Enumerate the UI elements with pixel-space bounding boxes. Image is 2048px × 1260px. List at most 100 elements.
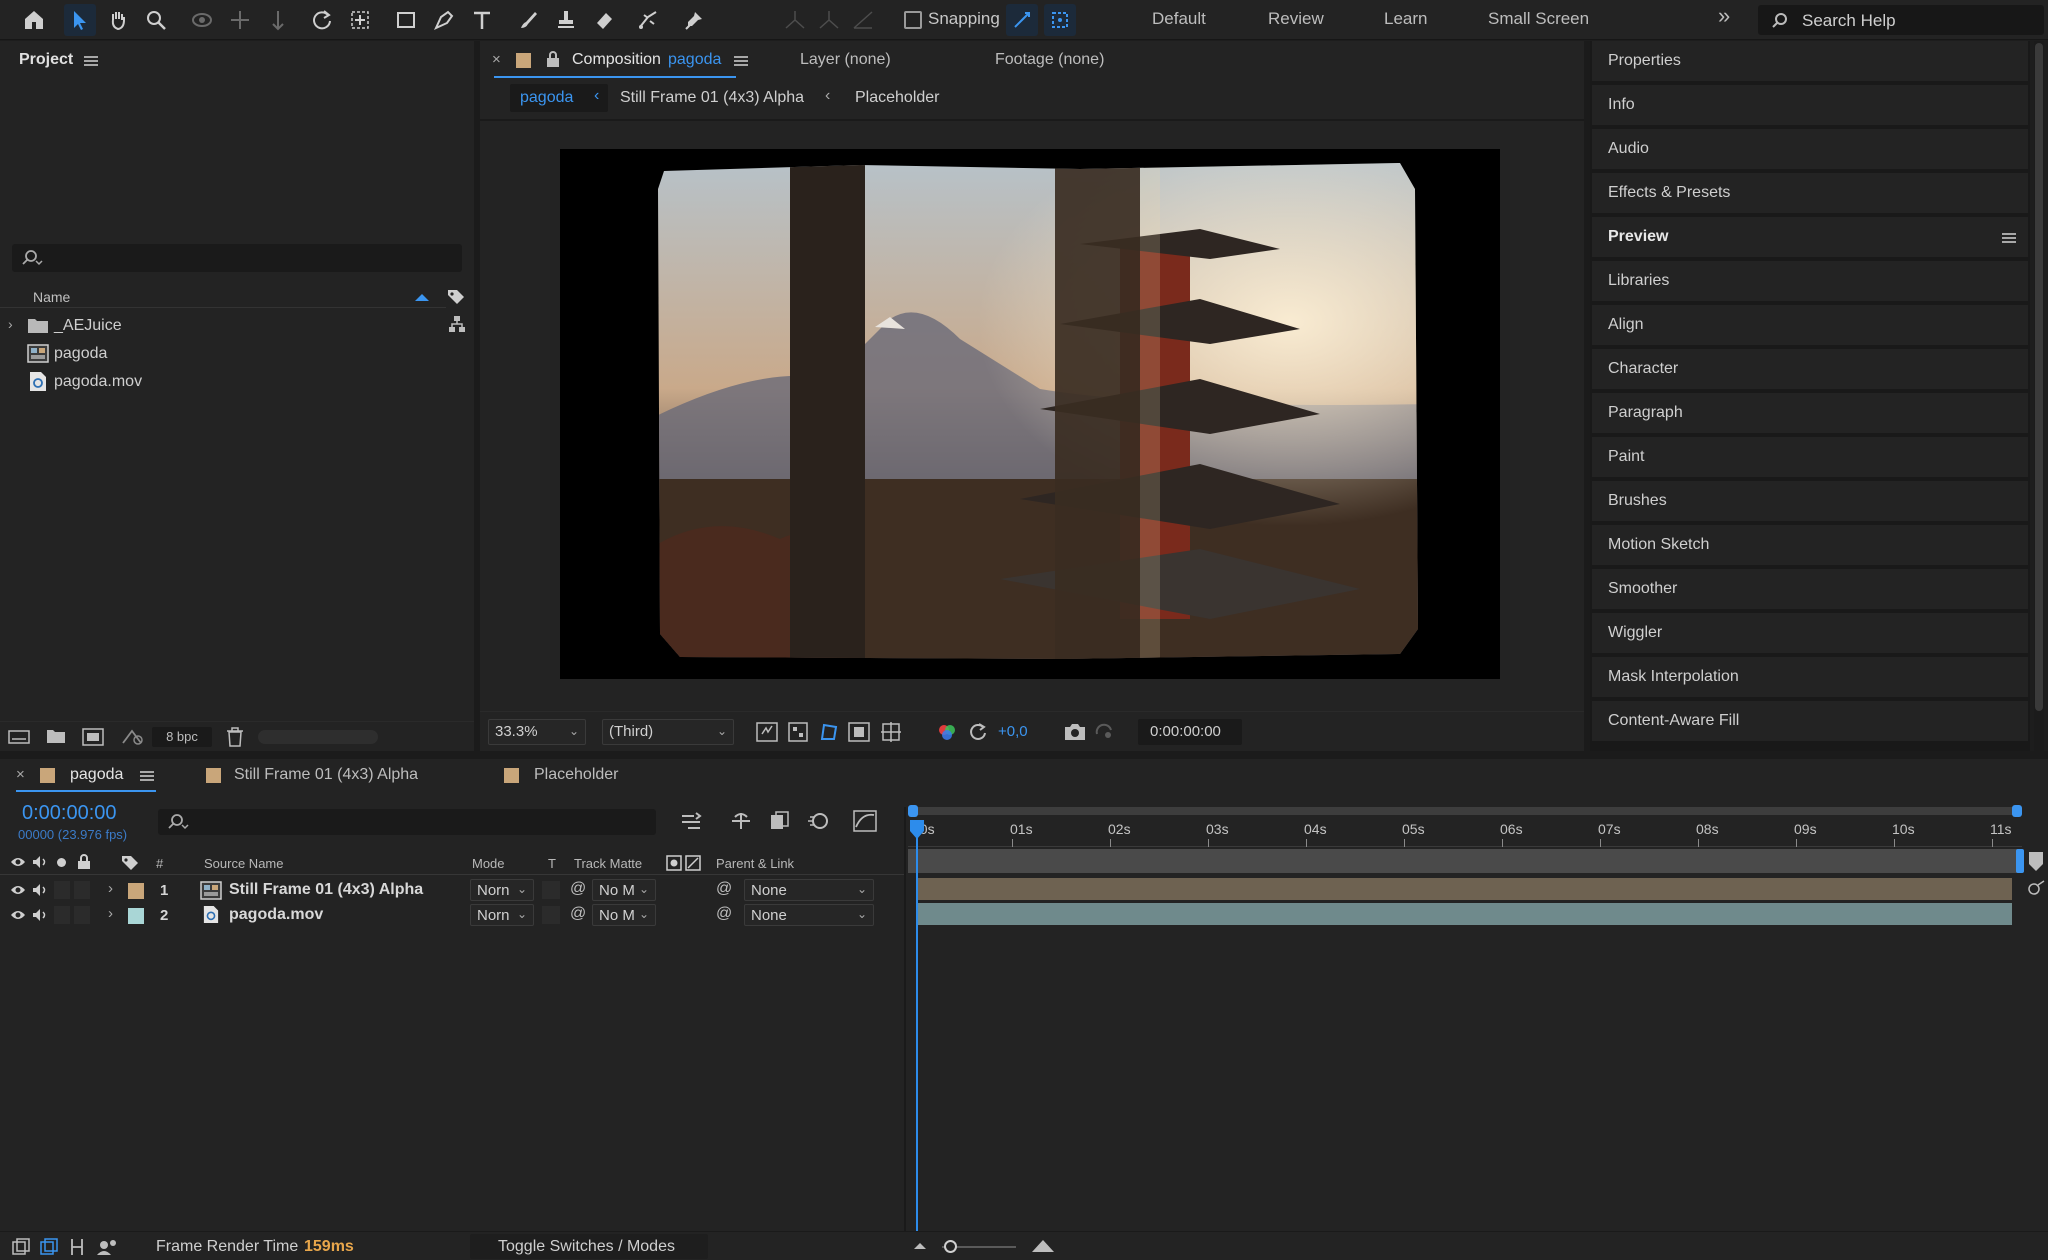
parent-pickwhip-icon[interactable]: @ xyxy=(716,880,732,898)
layer-label-color[interactable] xyxy=(128,908,144,924)
zoom-tool-icon[interactable] xyxy=(140,4,172,36)
composition-menu-icon[interactable] xyxy=(734,56,748,66)
timeline-search-input[interactable] xyxy=(158,809,656,835)
work-area-start-handle[interactable] xyxy=(908,805,918,817)
rotation-tool-icon[interactable] xyxy=(306,4,338,36)
matte-pickwhip-icon[interactable]: @ xyxy=(570,905,586,923)
resolution-dropdown[interactable]: (Third) ⌄ xyxy=(602,719,734,745)
parent-dropdown[interactable]: None ⌄ xyxy=(744,904,874,926)
workspace-default[interactable]: Default xyxy=(1152,9,1206,29)
region-of-interest-icon[interactable] xyxy=(848,722,870,742)
color-channels-icon[interactable] xyxy=(936,722,958,742)
graph-editor-icon[interactable] xyxy=(852,809,878,833)
panel-smoother[interactable]: Smoother xyxy=(1592,569,2028,611)
fast-previews-icon[interactable] xyxy=(756,722,778,742)
composition-tab-name[interactable]: pagoda xyxy=(668,51,721,69)
local-axis-icon[interactable] xyxy=(782,8,808,32)
orbit-camera-icon[interactable] xyxy=(186,4,218,36)
project-item-composition[interactable]: pagoda xyxy=(0,340,446,368)
brush-tool-icon[interactable] xyxy=(512,4,544,36)
timeline-zoom-thumb[interactable] xyxy=(944,1240,957,1253)
breadcrumb-item[interactable]: Still Frame 01 (4x3) Alpha xyxy=(620,89,804,107)
toggle-switches-modes-button[interactable]: Toggle Switches / Modes xyxy=(470,1234,708,1259)
snapshot-camera-icon[interactable] xyxy=(1064,722,1086,742)
pan-camera-icon[interactable] xyxy=(224,4,256,36)
label-tag-icon[interactable] xyxy=(446,287,466,307)
project-item-footage[interactable]: pagoda.mov xyxy=(0,368,446,396)
timeline-timecode[interactable]: 0:00:00:00 xyxy=(22,802,117,825)
comp-marker-bin-icon[interactable] xyxy=(2028,851,2044,873)
layer-row[interactable]: › 1 Still Frame 01 (4x3) Alpha Norn ⌄ @ No M ⌄ @… xyxy=(0,878,900,903)
time-ruler[interactable] xyxy=(908,817,2022,847)
current-time-display[interactable]: 0:00:00:00 xyxy=(1138,719,1242,745)
preview-menu-icon[interactable] xyxy=(2002,233,2016,243)
search-help-field[interactable]: Search Help xyxy=(1758,5,2044,35)
matte-pickwhip-icon[interactable]: @ xyxy=(570,880,586,898)
panel-brushes[interactable]: Brushes xyxy=(1592,481,2028,523)
panel-paragraph[interactable]: Paragraph xyxy=(1592,393,2028,435)
layer-tab[interactable]: Layer (none) xyxy=(800,51,891,69)
panel-align[interactable]: Align xyxy=(1592,305,2028,347)
panel-libraries[interactable]: Libraries xyxy=(1592,261,2028,303)
track-matte-dropdown[interactable]: No M ⌄ xyxy=(592,879,656,901)
visibility-eye-icon[interactable] xyxy=(10,883,26,897)
right-panel-scrollbar[interactable] xyxy=(2034,41,2044,751)
visibility-eye-icon[interactable] xyxy=(10,908,26,922)
dolly-camera-icon[interactable] xyxy=(262,4,294,36)
work-area-end-handle[interactable] xyxy=(2012,805,2022,817)
composition-tab-prefix[interactable]: Composition xyxy=(572,51,661,69)
panel-wiggler[interactable]: Wiggler xyxy=(1592,613,2028,655)
close-tab-icon[interactable]: × xyxy=(492,51,501,68)
render-settings-icon[interactable] xyxy=(120,728,144,746)
puppet-pin-icon[interactable] xyxy=(678,4,710,36)
panel-info[interactable]: Info xyxy=(1592,85,2028,127)
lock-column-icon[interactable] xyxy=(77,854,91,870)
parent-pickwhip-icon[interactable]: @ xyxy=(716,905,732,923)
audio-speaker-icon[interactable] xyxy=(32,908,48,922)
draft-3d-icon[interactable] xyxy=(728,809,754,833)
layer-source-name[interactable]: pagoda.mov xyxy=(229,906,323,924)
close-tab-icon[interactable]: × xyxy=(16,766,25,783)
pen-tool-icon[interactable] xyxy=(428,4,460,36)
blend-mode-dropdown[interactable]: Norn ⌄ xyxy=(470,904,534,926)
layer-label-color[interactable] xyxy=(128,883,144,899)
lock-toggle[interactable] xyxy=(74,881,90,899)
panel-character[interactable]: Character xyxy=(1592,349,2028,391)
label-tag-icon[interactable] xyxy=(120,854,140,872)
expand-arrow-icon[interactable]: › xyxy=(8,316,13,332)
timeline-tab-pagoda[interactable]: pagoda xyxy=(70,766,123,784)
layer-bar[interactable] xyxy=(916,878,2012,900)
current-time-indicator[interactable] xyxy=(909,819,925,841)
parent-dropdown[interactable]: None ⌄ xyxy=(744,879,874,901)
flowchart-icon[interactable] xyxy=(448,315,466,333)
project-tab[interactable]: Project xyxy=(19,51,73,69)
type-tool-icon[interactable] xyxy=(466,4,498,36)
audio-speaker-icon[interactable] xyxy=(32,883,48,897)
panel-motion-sketch[interactable]: Motion Sketch xyxy=(1592,525,2028,567)
blend-mode-dropdown[interactable]: Norn ⌄ xyxy=(470,879,534,901)
pan-behind-icon[interactable] xyxy=(344,4,376,36)
project-menu-icon[interactable] xyxy=(84,56,98,66)
name-column-header[interactable]: Name xyxy=(33,289,70,305)
source-name-column-header[interactable]: Source Name xyxy=(204,856,283,871)
audio-column-icon[interactable] xyxy=(32,855,48,869)
mask-visibility-icon[interactable] xyxy=(818,721,840,743)
in-out-stretch-icon[interactable] xyxy=(68,1237,86,1257)
thumbnail-size-slider[interactable] xyxy=(258,730,378,744)
zoom-out-icon[interactable] xyxy=(912,1241,928,1251)
view-axis-icon[interactable] xyxy=(850,8,876,32)
track-matte-dropdown[interactable]: No M ⌄ xyxy=(592,904,656,926)
zoom-in-icon[interactable] xyxy=(1030,1238,1056,1254)
timeline-tab-placeholder[interactable]: Placeholder xyxy=(534,766,619,784)
new-composition-icon[interactable] xyxy=(82,728,104,746)
workspace-learn[interactable]: Learn xyxy=(1384,9,1427,29)
timeline-tab-still-frame[interactable]: Still Frame 01 (4x3) Alpha xyxy=(234,766,418,784)
roto-brush-icon[interactable] xyxy=(632,4,664,36)
frame-blending-icon[interactable] xyxy=(768,809,792,833)
magnification-dropdown[interactable]: 33.3% ⌄ xyxy=(488,719,586,745)
layer-bar[interactable] xyxy=(916,903,2012,925)
workspace-small-screen[interactable]: Small Screen xyxy=(1488,9,1589,29)
hand-tool-icon[interactable] xyxy=(102,4,134,36)
layer-row[interactable]: › 2 pagoda.mov Norn ⌄ @ No M ⌄ @ None ⌄ xyxy=(0,903,900,928)
panel-audio[interactable]: Audio xyxy=(1592,129,2028,171)
